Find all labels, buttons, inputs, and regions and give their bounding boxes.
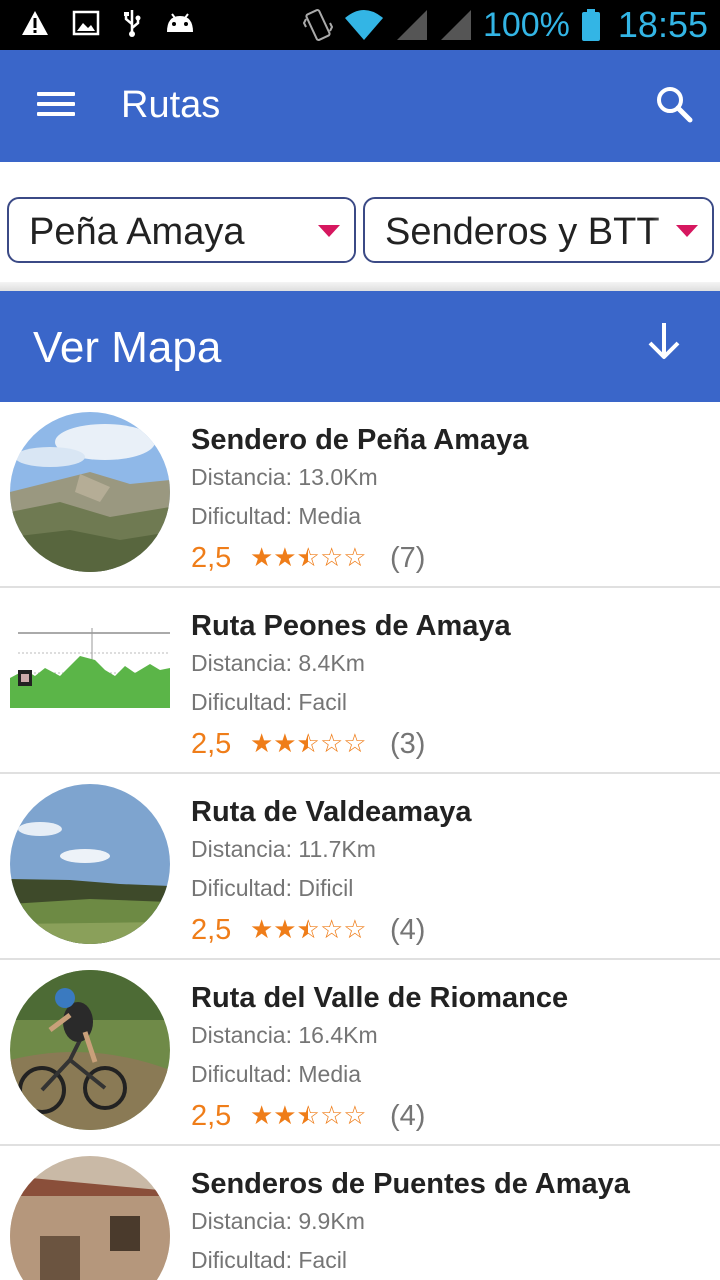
list-item[interactable]: Ruta del Valle de Riomance Distancia: 16… [0,960,720,1146]
battery-percentage: 100% [482,5,570,44]
rating-count: (3) [390,728,426,760]
filter-bar: Peña Amaya Senderos y BTT [7,197,714,263]
status-bar: 100% 18:55 [0,0,720,50]
rating-stars: ★★☆★☆☆ [250,728,367,758]
list-item[interactable]: Ruta Peones de Amaya Distancia: 8.4Km Di… [0,588,720,774]
list-item[interactable]: Senderos de Puentes de Amaya Distancia: … [0,1146,720,1280]
list-item[interactable]: Ruta de Valdeamaya Distancia: 11.7Km Dif… [0,774,720,960]
route-title: Sendero de Peña Amaya [191,424,529,456]
rating-count: (7) [390,542,426,574]
warning-icon [22,11,48,35]
system-icons: 100% 18:55 [302,0,708,50]
rating-score: 2,5 [191,914,232,946]
zone-select-value: Peña Amaya [29,211,245,253]
rating-stars: ★★☆★☆☆ [250,914,367,944]
route-title: Ruta de Valdeamaya [191,796,472,828]
zone-select[interactable]: Peña Amaya [7,197,356,263]
route-difficulty: Dificultad: Facil [191,1247,347,1273]
route-distance: Distancia: 11.7Km [191,836,376,862]
signal-icon [440,10,471,40]
route-distance: Distancia: 13.0Km [191,464,378,490]
image-icon [72,10,100,36]
route-title: Ruta del Valle de Riomance [191,982,569,1014]
route-thumbnail [10,412,170,572]
wifi-icon [344,10,383,40]
view-map-button[interactable]: Ver Mapa [0,291,720,402]
list-item[interactable]: Sendero de Peña Amaya Distancia: 13.0Km … [0,402,720,588]
battery-icon [581,9,600,41]
menu-icon[interactable] [30,86,82,128]
route-difficulty: Dificultad: Dificil [191,875,354,901]
route-thumbnail [10,598,170,758]
dropdown-arrow-icon [676,225,698,237]
clock: 18:55 [617,4,708,45]
view-map-label: Ver Mapa [33,323,222,372]
rating-stars: ★★☆★☆☆ [250,1100,367,1130]
route-thumbnail [10,784,170,944]
vibrate-icon [302,9,333,41]
route-difficulty: Dificultad: Media [191,1061,362,1087]
route-type-select-value: Senderos y BTT [385,211,660,253]
notification-icons [20,8,196,38]
route-distance: Distancia: 16.4Km [191,1022,378,1048]
android-icon [167,13,193,32]
usb-icon [124,10,141,37]
rating-score: 2,5 [191,728,232,760]
route-distance: Distancia: 9.9Km [191,1208,365,1234]
route-thumbnail [10,1156,170,1280]
route-list: Sendero de Peña Amaya Distancia: 13.0Km … [0,402,720,1280]
rating-stars: ★★☆★☆☆ [250,542,367,572]
route-title: Ruta Peones de Amaya [191,610,511,642]
route-difficulty: Dificultad: Media [191,503,362,529]
app-bar: Rutas [0,50,720,162]
arrow-down-icon [648,323,680,359]
signal-icon [396,10,427,40]
search-icon[interactable] [650,80,700,130]
rating-score: 2,5 [191,1100,232,1132]
route-title: Senderos de Puentes de Amaya [191,1168,630,1200]
rating-count: (4) [390,1100,426,1132]
route-type-select[interactable]: Senderos y BTT [363,197,714,263]
route-difficulty: Dificultad: Facil [191,689,347,715]
rating-score: 2,5 [191,542,232,574]
route-thumbnail [10,970,170,1130]
dropdown-arrow-icon [318,225,340,237]
route-distance: Distancia: 8.4Km [191,650,365,676]
page-title: Rutas [121,84,221,126]
rating-count: (4) [390,914,426,946]
